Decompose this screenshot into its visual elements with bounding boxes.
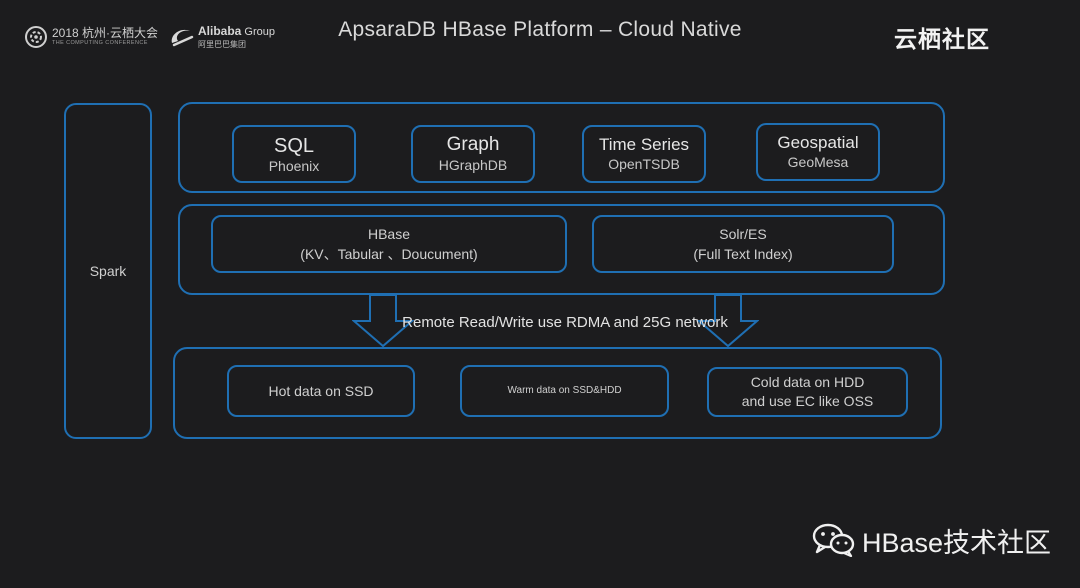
watermark-text: HBase技术社区	[862, 527, 1052, 558]
time-series-box: Time Series OpenTSDB	[582, 125, 706, 183]
cold-data-line2: and use EC like OSS	[741, 393, 874, 409]
hbase-subtitle: (KV、Tabular 、Doucument)	[300, 245, 478, 262]
sql-box: SQL Phoenix	[232, 125, 356, 183]
warm-data-label: Warm data on SSD&HDD	[507, 385, 622, 396]
geospatial-box: Geospatial GeoMesa	[756, 123, 880, 181]
yunqi-community-logo: 云栖社区	[894, 20, 990, 54]
spark-label: Spark	[89, 263, 127, 279]
solr-es-subtitle: (Full Text Index)	[693, 245, 793, 262]
sql-title: SQL	[273, 134, 315, 157]
spark-box: Spark	[64, 103, 152, 439]
network-label: Remote Read/Write use RDMA and 25G netwo…	[402, 314, 728, 331]
time-series-subtitle: OpenTSDB	[608, 155, 680, 172]
yunqi-community-logo-text: 云栖社区	[894, 26, 990, 52]
watermark: HBase技术社区	[812, 522, 1051, 558]
hbase-box: HBase (KV、Tabular 、Doucument)	[211, 215, 567, 273]
geospatial-title: Geospatial	[777, 133, 859, 153]
solr-es-box: Solr/ES (Full Text Index)	[592, 215, 894, 273]
cold-data-line1: Cold data on HDD	[750, 374, 865, 391]
solr-es-title: Solr/ES	[719, 225, 767, 242]
hot-data-box: Hot data on SSD	[227, 365, 415, 417]
hot-data-label: Hot data on SSD	[268, 382, 374, 399]
time-series-title: Time Series	[598, 135, 690, 155]
cold-data-box: Cold data on HDD and use EC like OSS	[707, 367, 908, 417]
hbase-title: HBase	[367, 225, 411, 242]
graph-box: Graph HGraphDB	[411, 125, 535, 183]
geospatial-subtitle: GeoMesa	[787, 153, 849, 170]
warm-data-box: Warm data on SSD&HDD	[460, 365, 669, 417]
graph-subtitle: HGraphDB	[438, 157, 508, 173]
sql-subtitle: Phoenix	[268, 157, 320, 174]
wechat-icon	[812, 523, 855, 557]
graph-title: Graph	[446, 134, 500, 156]
